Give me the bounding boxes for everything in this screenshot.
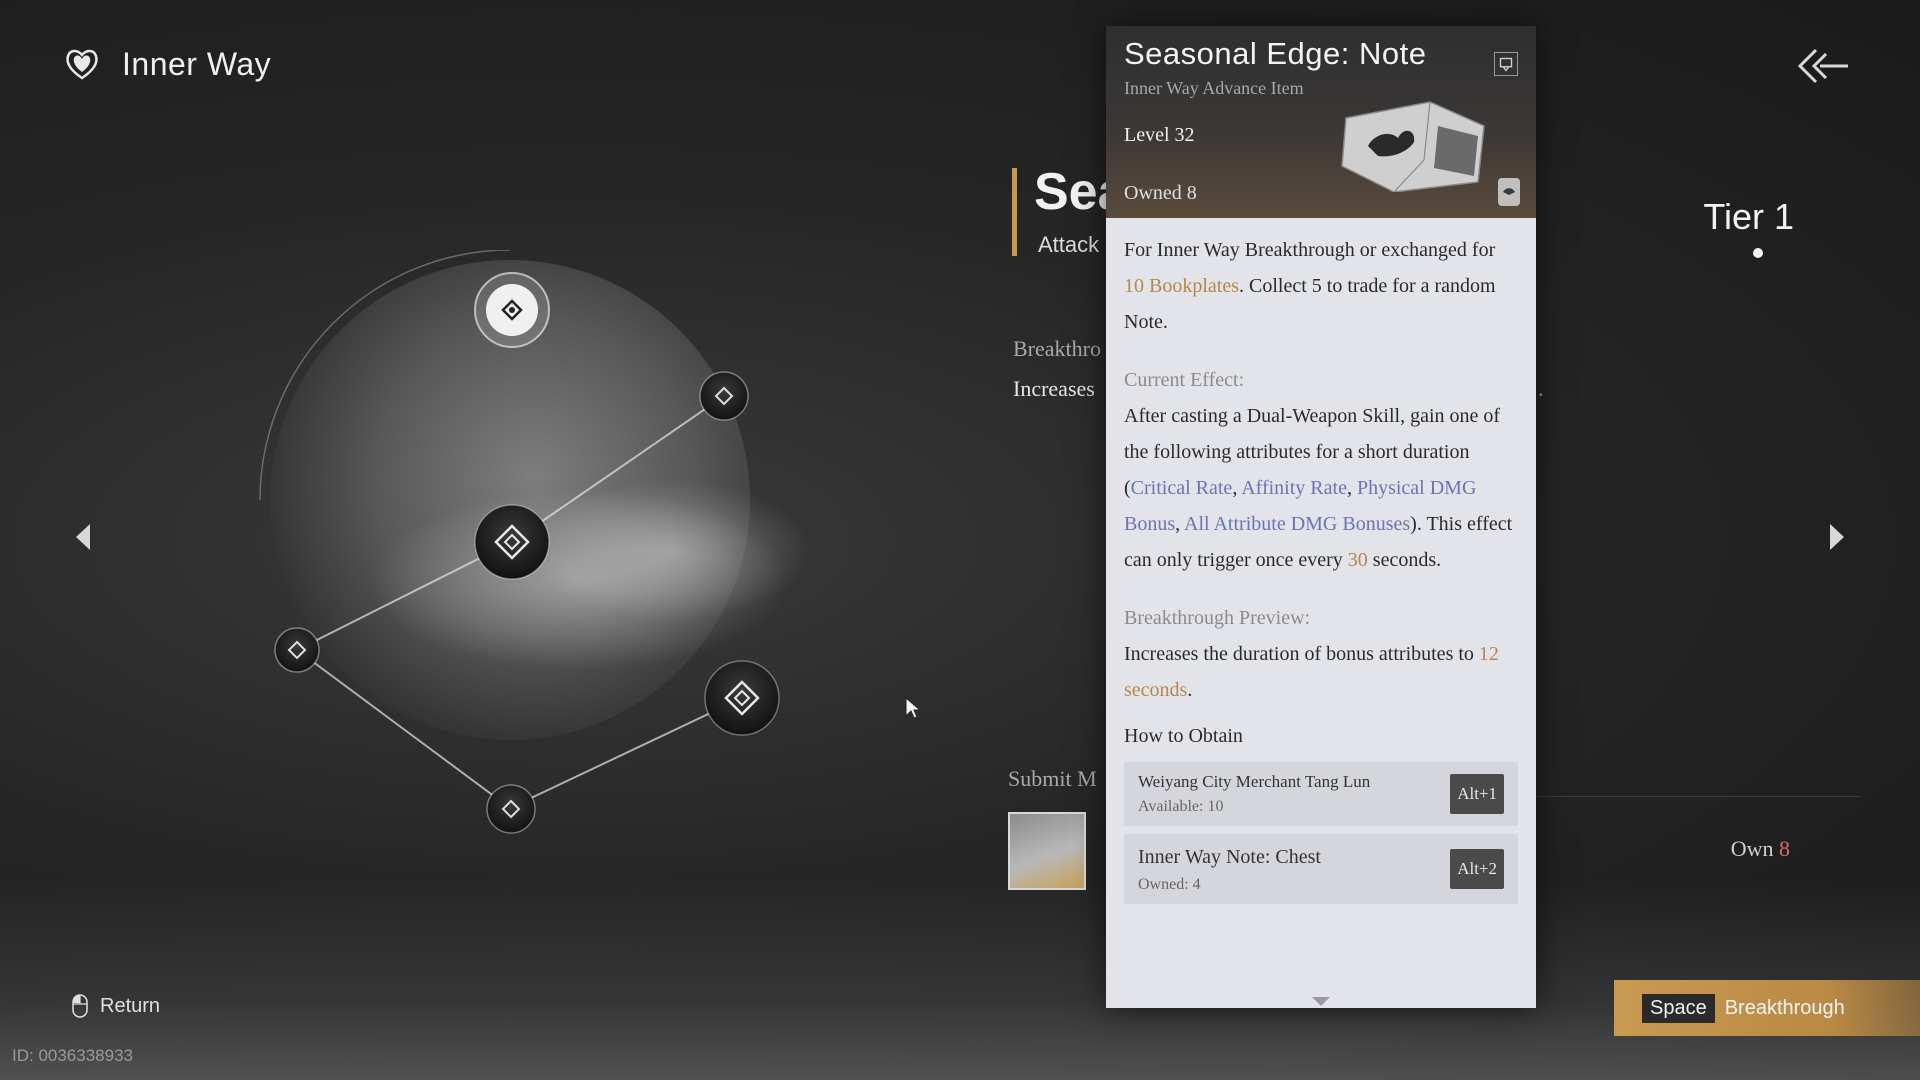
detail-breakthrough-label: Breakthro: [1013, 336, 1101, 361]
bookplates-value: 10 Bookplates: [1124, 275, 1239, 297]
page-title: Inner Way: [122, 45, 272, 82]
current-effect-label: Current Effect:: [1124, 369, 1245, 391]
breakthrough-label: Breakthrough: [1724, 996, 1845, 1019]
obtain-source-name: Inner Way Note: Chest: [1138, 846, 1321, 868]
page-header: Inner Way: [62, 44, 271, 84]
return-button[interactable]: Return: [72, 994, 160, 1018]
mouse-icon: [72, 994, 88, 1018]
back-arrow-icon[interactable]: [1794, 44, 1850, 88]
tier-label: Tier 1: [1703, 196, 1794, 237]
item-level: Level 32: [1124, 124, 1195, 146]
submit-materials-label: Submit M: [1008, 766, 1097, 791]
hotkey-badge: Alt+2: [1450, 849, 1504, 889]
user-id: ID: 0036338933: [12, 1046, 133, 1065]
detail-breakthrough-text-end: .: [1538, 376, 1544, 401]
critical-rate-link[interactable]: Critical Rate: [1131, 477, 1233, 499]
own-value: 8: [1779, 836, 1790, 861]
constellation-node-active[interactable]: [473, 271, 551, 349]
inner-way-constellation: [250, 250, 850, 850]
tooltip-header: Seasonal Edge: Note Inner Way Advance It…: [1106, 26, 1536, 218]
constellation-node-major[interactable]: [702, 658, 782, 738]
item-description: For Inner Way Breakthrough or exchanged …: [1124, 239, 1496, 333]
how-to-obtain-label: How to Obtain: [1124, 725, 1243, 747]
tooltip-body: For Inner Way Breakthrough or exchanged …: [1106, 218, 1536, 904]
obtain-source-meta: Owned: 4: [1138, 876, 1201, 893]
scroll-down-icon[interactable]: [1312, 997, 1330, 1006]
constellation-node[interactable]: [484, 782, 538, 836]
breakthrough-preview-text: Increases the duration of bonus attribut…: [1124, 643, 1499, 701]
breakthrough-preview-label: Breakthrough Preview:: [1124, 607, 1311, 629]
all-attribute-dmg-link[interactable]: All Attribute DMG Bonuses: [1184, 513, 1410, 535]
title-accent-bar: [1012, 168, 1017, 256]
note-item-image: [1341, 101, 1485, 192]
tooltip-subtitle: Inner Way Advance Item: [1124, 78, 1304, 98]
constellation-node[interactable]: [272, 625, 322, 675]
divider: [1530, 796, 1860, 797]
submit-material-slot[interactable]: [1008, 812, 1086, 890]
heart-shield-icon: [66, 49, 98, 80]
previous-arrow-icon[interactable]: [72, 522, 94, 552]
hotkey-badge: Space: [1642, 993, 1715, 1023]
item-owned: Owned 8: [1124, 182, 1197, 204]
affinity-rate-link[interactable]: Affinity Rate: [1241, 477, 1347, 499]
detail-breakthrough-text: Increases: [1013, 376, 1095, 401]
detail-title: Sea: [1034, 163, 1108, 221]
next-arrow-icon[interactable]: [1826, 522, 1848, 552]
detail-subtitle: Attack: [1038, 232, 1100, 257]
breakthrough-button[interactable]: Space Breakthrough: [1614, 980, 1920, 1036]
obtain-source-merchant[interactable]: Weiyang City Merchant Tang Lun Available…: [1124, 762, 1518, 826]
return-label: Return: [100, 994, 161, 1017]
obtain-source-chest[interactable]: Inner Way Note: Chest Owned: 4 Alt+2: [1124, 834, 1518, 904]
tooltip-title: Seasonal Edge: Note: [1124, 36, 1427, 71]
tier-indicator-dot: [1753, 248, 1763, 258]
constellation-node[interactable]: [697, 369, 751, 423]
cursor-icon: [905, 696, 922, 719]
constellation-node-major[interactable]: [472, 502, 552, 582]
own-count: Own 8: [1731, 836, 1790, 862]
item-tooltip: Seasonal Edge: Note Inner Way Advance It…: [1106, 26, 1536, 1008]
hotkey-badge: Alt+1: [1450, 774, 1504, 814]
pin-icon[interactable]: [1494, 52, 1518, 76]
lock-icon[interactable]: [1498, 178, 1520, 206]
cooldown-seconds: 30: [1347, 549, 1368, 571]
obtain-source-name: Weiyang City Merchant Tang Lun: [1138, 772, 1371, 791]
obtain-source-meta: Available: 10: [1138, 798, 1224, 815]
current-effect-text: After casting a Dual-Weapon Skill, gain …: [1124, 405, 1513, 571]
own-label: Own: [1730, 836, 1774, 861]
